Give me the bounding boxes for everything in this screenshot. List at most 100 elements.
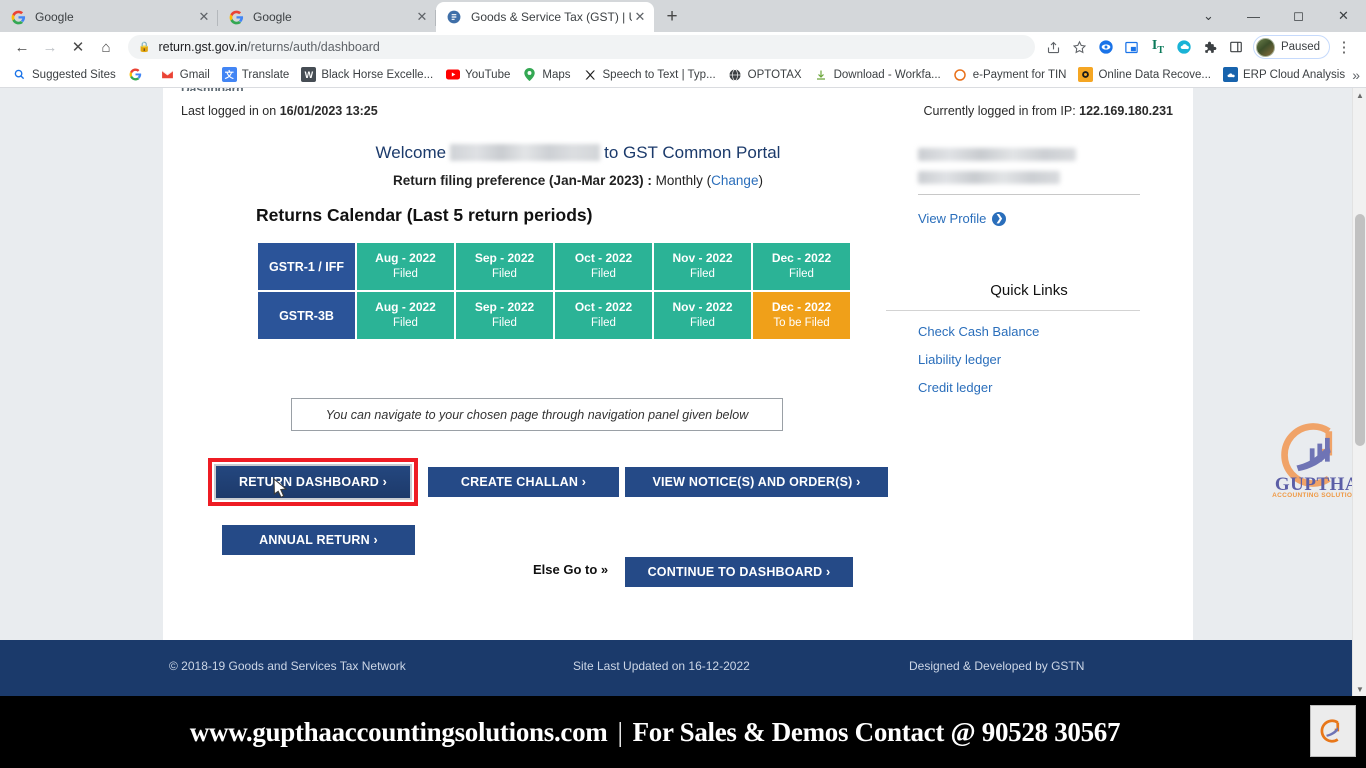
calendar-cell[interactable]: Oct - 2022 Filed [555, 243, 652, 290]
browser-tab-3-gst[interactable]: Goods & Service Tax (GST) | User ✕ [436, 2, 654, 32]
period-label: Sep - 2022 [474, 251, 535, 266]
calendar-cell[interactable]: Nov - 2022 Filed [654, 292, 751, 339]
quick-link-liability-ledger[interactable]: Liability ledger [918, 352, 1193, 367]
last-login-value: 16/01/2023 13:25 [279, 104, 378, 118]
stop-loading-icon[interactable]: ✕ [64, 33, 92, 61]
minimize-button[interactable]: — [1231, 0, 1276, 32]
close-window-button[interactable]: ✕ [1321, 0, 1366, 32]
change-preference-link[interactable]: Change [711, 173, 758, 188]
browser-tab-1[interactable]: Google ✕ [0, 2, 218, 32]
bookmark-translate[interactable]: 文 Translate [216, 64, 296, 86]
status-label: Filed [591, 267, 616, 280]
bookmark-google[interactable] [122, 64, 154, 86]
extensions-puzzle-icon[interactable] [1197, 34, 1223, 60]
bookmark-black-horse[interactable]: W Black Horse Excelle... [295, 64, 439, 86]
view-profile-link[interactable]: View Profile ❯ [918, 211, 1193, 226]
bookmark-maps[interactable]: Maps [516, 64, 576, 86]
search-icon [12, 67, 27, 82]
globe-icon [728, 67, 743, 82]
bookmarks-overflow-icon[interactable]: » [1352, 67, 1360, 83]
tab-title: Google [35, 10, 74, 24]
bookmark-label: Black Horse Excelle... [321, 68, 434, 81]
close-icon[interactable]: ✕ [196, 9, 212, 25]
recovery-icon [1078, 67, 1094, 82]
bookmark-epayment-tin[interactable]: e-Payment for TIN [947, 64, 1073, 86]
avatar [1255, 37, 1275, 57]
annual-return-button[interactable]: ANNUAL RETURN › [222, 525, 415, 555]
bookmark-label: e-Payment for TIN [972, 68, 1067, 81]
welcome-suffix: to GST Common Portal [604, 143, 781, 162]
address-bar[interactable]: 🔒 return.gst.gov.in/returns/auth/dashboa… [128, 35, 1035, 59]
calendar-cell[interactable]: Nov - 2022 Filed [654, 243, 751, 290]
quick-link-check-cash-balance[interactable]: Check Cash Balance [918, 324, 1193, 339]
status-label: Filed [492, 267, 517, 280]
period-label: Nov - 2022 [672, 300, 733, 315]
return-dashboard-button[interactable]: RETURN DASHBOARD › [214, 464, 412, 500]
calendar-cell-to-be-filed[interactable]: Dec - 2022 To be Filed [753, 292, 850, 339]
back-icon[interactable]: ← [8, 33, 36, 61]
browser-tab-2[interactable]: Google ✕ [218, 2, 436, 32]
bookmark-star-icon[interactable] [1067, 34, 1093, 60]
bookmark-speech-to-text[interactable]: Speech to Text | Typ... [577, 64, 722, 86]
quick-links-title: Quick Links [990, 282, 1068, 299]
picture-in-picture-icon[interactable] [1119, 34, 1145, 60]
youtube-icon [445, 67, 460, 82]
calendar-cell[interactable]: Sep - 2022 Filed [456, 243, 553, 290]
bookmark-gmail[interactable]: Gmail [154, 64, 216, 86]
tab-search-icon[interactable]: ⌄ [1186, 0, 1231, 32]
create-challan-button[interactable]: CREATE CHALLAN › [428, 467, 619, 497]
forward-icon[interactable]: → [36, 33, 64, 61]
share-icon[interactable] [1041, 34, 1067, 60]
bookmark-download-workfa[interactable]: Download - Workfa... [808, 64, 947, 86]
calendar-cell[interactable]: Dec - 2022 Filed [753, 243, 850, 290]
bookmark-label: Suggested Sites [32, 68, 116, 81]
view-notices-orders-button[interactable]: VIEW NOTICE(S) AND ORDER(S) › [625, 467, 888, 497]
close-icon[interactable]: ✕ [414, 9, 430, 25]
maximize-button[interactable]: ◻ [1276, 0, 1321, 32]
row-header-gstr1: GSTR-1 / IFF [258, 243, 355, 290]
tab-title: Google [253, 10, 292, 24]
promo-contact: For Sales & Demos Contact @ 90528 30567 [632, 716, 1121, 747]
home-icon[interactable]: ⌂ [92, 33, 120, 61]
calendar-cell[interactable]: Aug - 2022 Filed [357, 243, 454, 290]
scrollbar-down-arrow-icon[interactable]: ▼ [1353, 682, 1366, 696]
calendar-cell[interactable]: Oct - 2022 Filed [555, 292, 652, 339]
profile-chip[interactable]: Paused [1252, 35, 1330, 59]
bookmark-online-data-recovery[interactable]: Online Data Recove... [1072, 64, 1217, 86]
bookmark-youtube[interactable]: YouTube [439, 64, 516, 86]
new-tab-button[interactable]: + [658, 3, 686, 31]
translate-it-icon[interactable]: IT [1145, 34, 1171, 60]
site-footer: © 2018-19 Goods and Services Tax Network… [0, 640, 1366, 696]
bookmark-optotax[interactable]: OPTOTAX [722, 64, 808, 86]
bookmark-label: OPTOTAX [747, 68, 802, 81]
bookmarks-bar: Suggested Sites Gmail 文 Translate W Blac… [0, 62, 1366, 88]
footer-designed-by: Designed & Developed by GSTN [909, 659, 1085, 673]
bookmark-suggested-sites[interactable]: Suggested Sites [6, 64, 122, 86]
eye-extension-icon[interactable] [1093, 34, 1119, 60]
calendar-cell[interactable]: Aug - 2022 Filed [357, 292, 454, 339]
scrollbar-up-arrow-icon[interactable]: ▲ [1353, 88, 1366, 102]
window-controls: ⌄ — ◻ ✕ [1186, 0, 1366, 32]
browser-menu-icon[interactable]: ⋮ [1330, 33, 1358, 61]
breadcrumb: Dashboard [181, 88, 244, 91]
quick-link-credit-ledger[interactable]: Credit ledger [918, 380, 1193, 395]
redacted-taxpayer-name [450, 144, 601, 161]
scrollbar-thumb[interactable] [1355, 214, 1365, 446]
period-label: Sep - 2022 [474, 300, 535, 315]
calendar-cell[interactable]: Sep - 2022 Filed [456, 292, 553, 339]
profile-rail: View Profile ❯ Quick Links Check Cash Ba… [886, 88, 1362, 640]
promo-website: www.gupthaaccountingsolutions.com [189, 716, 608, 747]
welcome-prefix: Welcome [375, 143, 447, 162]
google-icon [10, 9, 26, 25]
bookmark-label: Maps [542, 68, 571, 81]
continue-to-dashboard-button[interactable]: CONTINUE TO DASHBOARD › [625, 557, 853, 587]
page-scrollbar[interactable]: ▲ ▼ [1352, 88, 1366, 696]
bookmark-erp-cloud-analysis[interactable]: ERP Cloud Analysis [1217, 64, 1351, 86]
tab-strip: Google ✕ Google ✕ Goods & Service Tax (G… [0, 0, 1366, 32]
cloud-extension-icon[interactable] [1171, 34, 1197, 60]
close-icon[interactable]: ✕ [632, 9, 648, 25]
sidepanel-icon[interactable] [1223, 34, 1249, 60]
lock-icon: 🔒 [138, 41, 151, 53]
url-host: return.gst.gov.in [158, 40, 248, 54]
period-label: Oct - 2022 [574, 300, 633, 315]
